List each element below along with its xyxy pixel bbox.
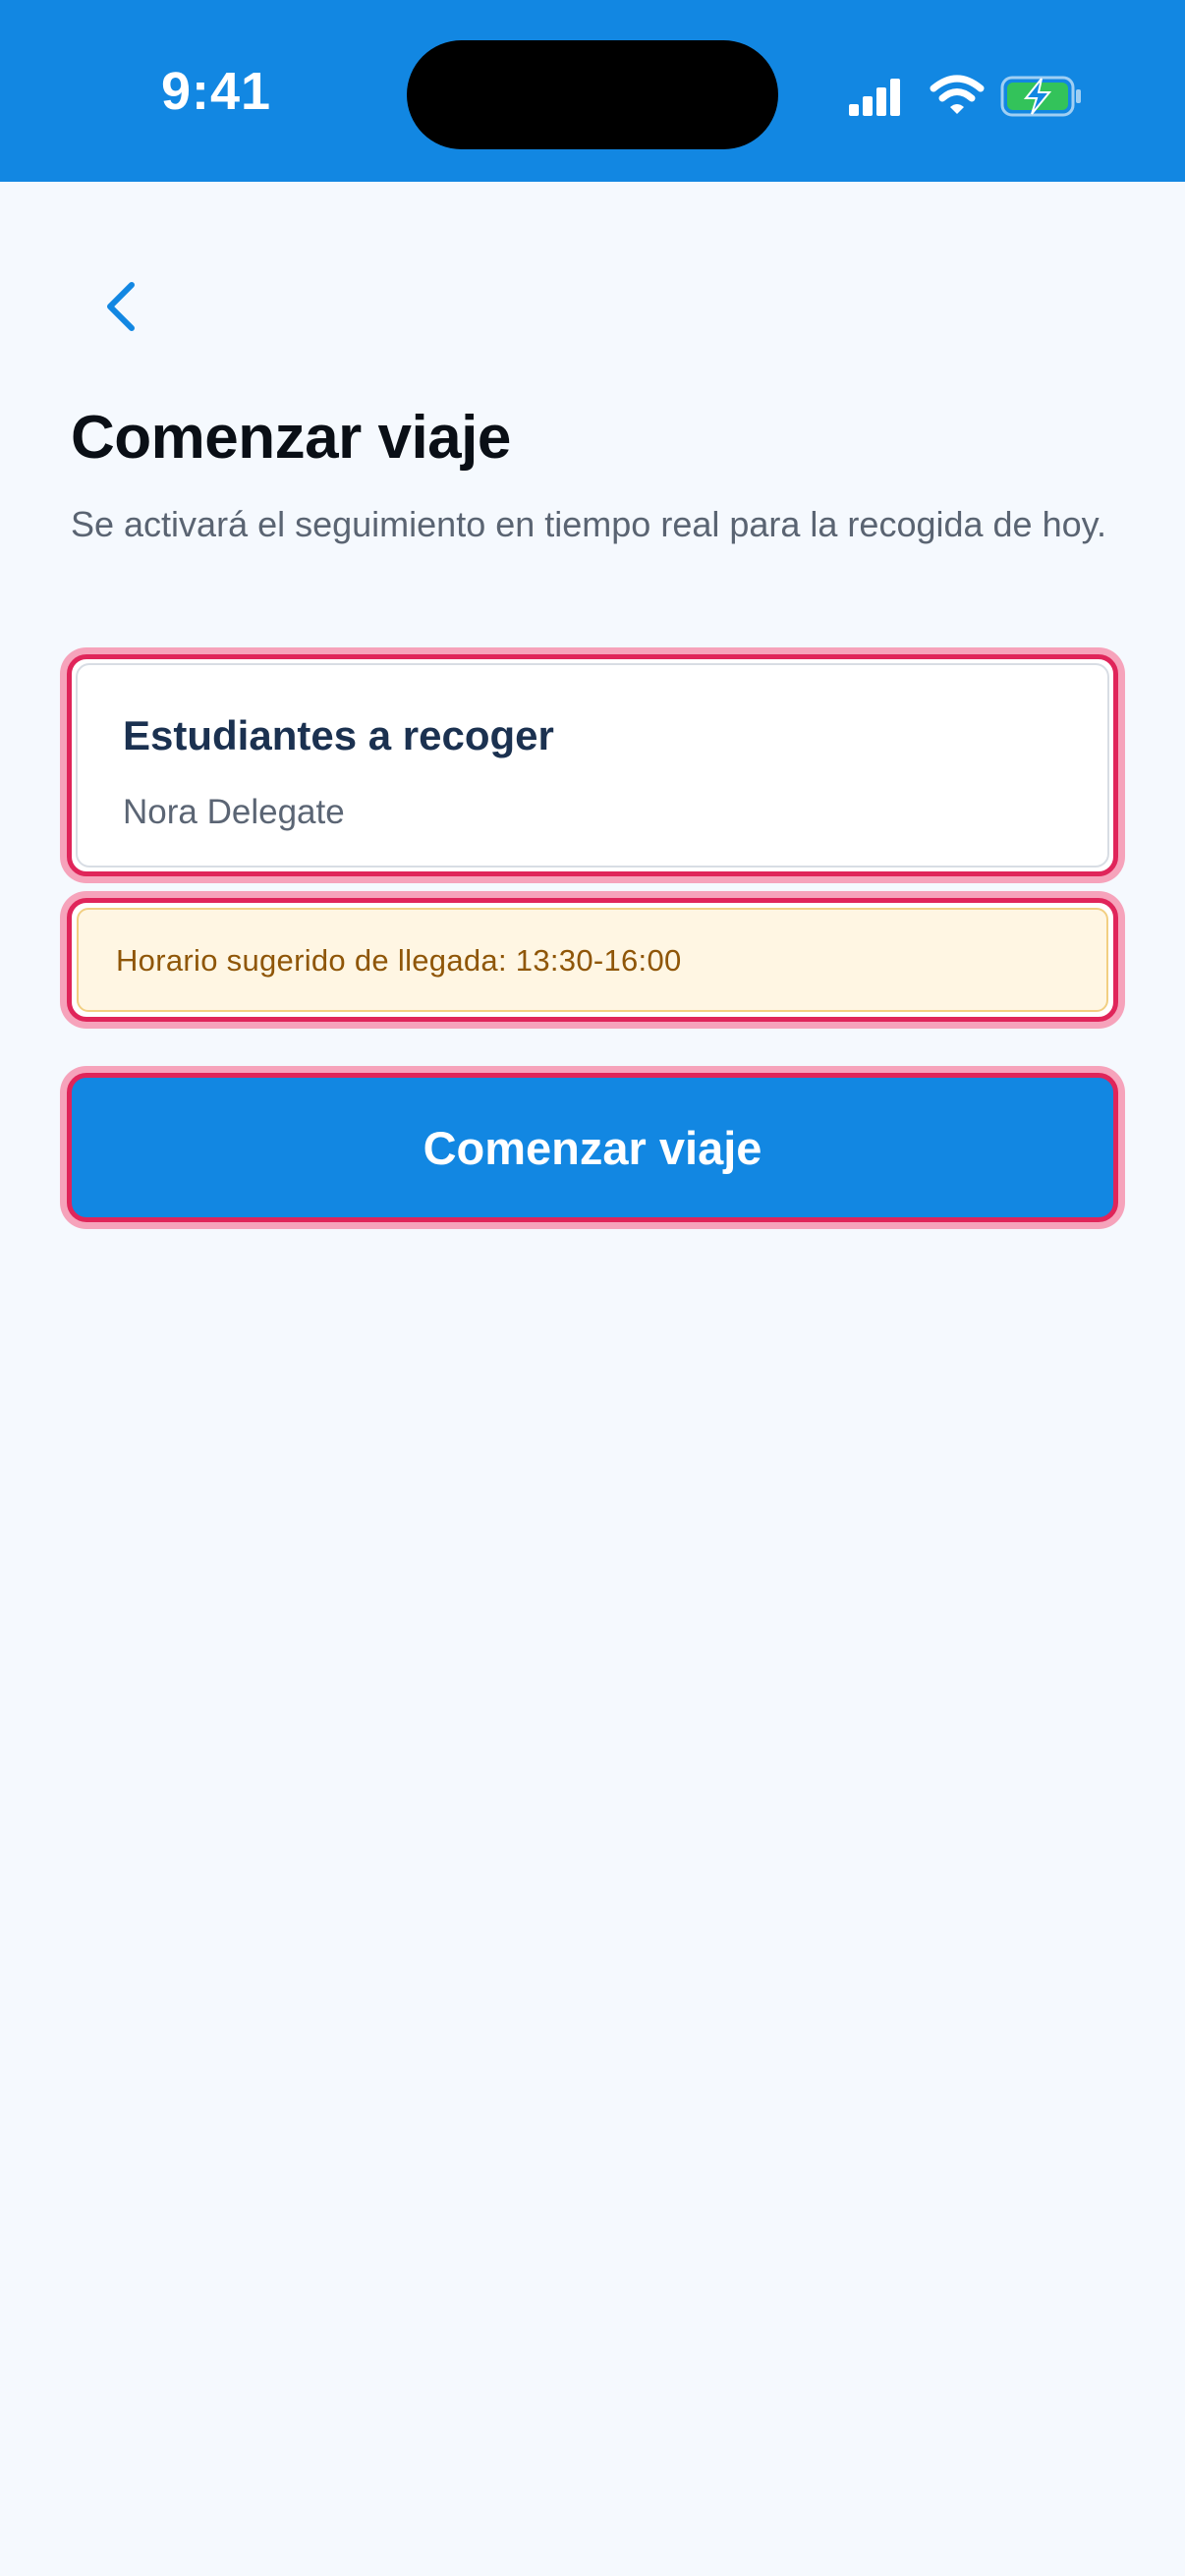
notice-text: Horario sugerido de llegada: 13:30-16:00 — [116, 943, 682, 978]
students-card-body: Estudiantes a recoger Nora Delegate — [76, 663, 1109, 868]
battery-charging-icon — [1000, 76, 1081, 117]
status-bar: 9:41 — [0, 0, 1185, 182]
dynamic-island — [407, 40, 778, 149]
system-icons — [847, 69, 1083, 128]
suggested-time-notice: Horario sugerido de llegada: 13:30-16:00 — [67, 898, 1118, 1022]
start-trip-button-label: Comenzar viaje — [423, 1122, 762, 1174]
notice-banner: Horario sugerido de llegada: 13:30-16:00 — [77, 908, 1108, 1012]
page-subtitle: Se activará el seguimiento en tiempo rea… — [71, 504, 1106, 544]
signal-icon — [849, 79, 900, 116]
page-title: Comenzar viaje — [71, 404, 511, 472]
start-trip-button[interactable]: Comenzar viaje — [67, 1073, 1118, 1222]
chevron-left-icon — [107, 282, 135, 331]
student-name: Nora Delegate — [123, 793, 345, 831]
back-button[interactable] — [88, 265, 159, 348]
students-card: Estudiantes a recoger Nora Delegate — [67, 654, 1118, 876]
wifi-icon — [930, 75, 985, 114]
students-card-title: Estudiantes a recoger — [123, 712, 554, 758]
status-time: 9:41 — [160, 62, 272, 121]
